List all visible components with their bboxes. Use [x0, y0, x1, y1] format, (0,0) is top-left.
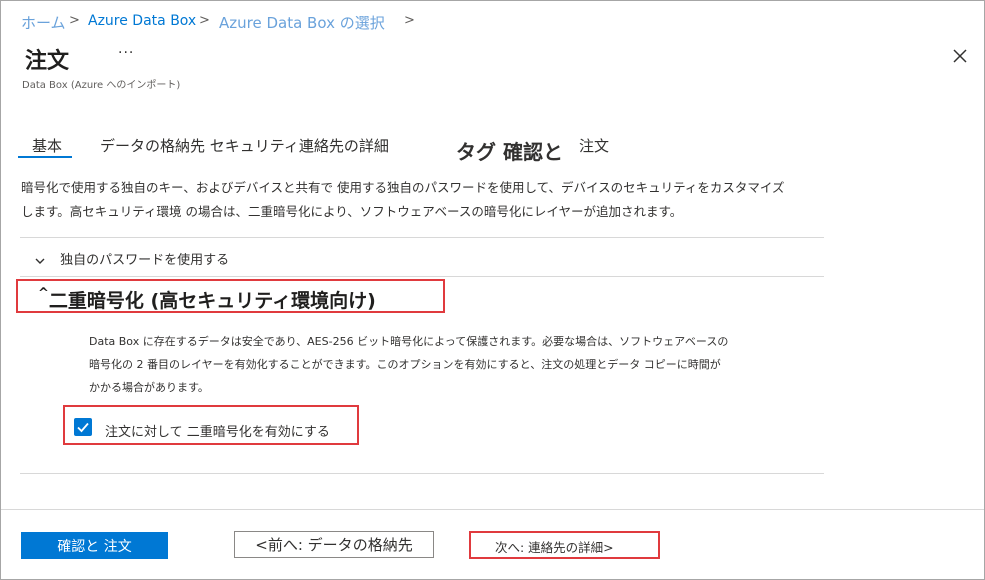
chevron-down-icon [35, 258, 45, 264]
breadcrumb-separator: > [69, 13, 80, 28]
tab-basics[interactable]: 基本 [32, 135, 62, 156]
password-section-toggle[interactable]: 独自のパスワードを使用する [34, 249, 229, 268]
double-encryption-heading-text: 二重暗号化 (高セキュリティ環境向け) [48, 290, 376, 312]
next-button[interactable]: 次へ: 連絡先の詳細> [469, 531, 660, 559]
tab-tags-review[interactable]: タグ 確認と [456, 136, 563, 165]
divider [20, 473, 824, 474]
checkmark-icon [77, 422, 89, 433]
breadcrumb-separator: > [404, 13, 415, 28]
previous-label: <前へ: データの格納先 [255, 536, 413, 554]
blade-frame: ホーム > Azure Data Box > Azure Data Box の選… [0, 0, 985, 580]
chevron-up-icon: ^ [38, 286, 49, 301]
review-and-order-button[interactable]: 確認と 注文 [21, 532, 168, 559]
active-tab-indicator [18, 156, 72, 158]
close-icon[interactable] [951, 47, 969, 65]
more-options-button[interactable]: ··· [118, 45, 134, 61]
next-label: 次へ: 連絡先の詳細> [495, 540, 614, 555]
breadcrumb-home[interactable]: ホーム [21, 12, 66, 33]
password-section-label: 独自のパスワードを使用する [60, 253, 230, 268]
double-encryption-body-line1: Data Box に存在するデータは安全であり、AES-256 ビット暗号化によ… [89, 335, 729, 348]
divider [20, 237, 824, 238]
previous-button[interactable]: <前へ: データの格納先 [234, 531, 434, 558]
tab-destination-security-contact[interactable]: データの格納先 セキュリティ連絡先の詳細 [100, 135, 389, 156]
enable-double-encryption-label[interactable]: 注文に対して 二重暗号化を有効にする [105, 421, 330, 440]
breadcrumb-azure-data-box[interactable]: Azure Data Box [88, 13, 196, 29]
breadcrumb-separator: > [199, 13, 210, 28]
security-description-line1: 暗号化で使用する独自のキー、およびデバイスと共有で 使用する独自のパスワードを使… [21, 180, 785, 195]
footer-divider [1, 509, 984, 510]
divider [20, 276, 824, 277]
enable-double-encryption-checkbox[interactable] [74, 418, 92, 436]
review-and-order-label: 確認と 注文 [57, 538, 132, 555]
double-encryption-heading[interactable]: ^二重暗号化 (高セキュリティ環境向け) [38, 286, 376, 313]
page-title: 注文 [25, 49, 70, 74]
security-description-line2: します。高セキュリティ環境 の場合は、二重暗号化により、ソフトウェアベースの暗号… [21, 204, 683, 219]
tab-order[interactable]: 注文 [579, 135, 609, 156]
page-subtitle: Data Box (Azure へのインポート) [22, 80, 181, 91]
breadcrumb-select-data-box[interactable]: Azure Data Box の選択 [219, 12, 385, 33]
double-encryption-body-line2: 暗号化の 2 番目のレイヤーを有効化することができます。このオプションを有効にす… [89, 358, 721, 371]
double-encryption-body-line3: かかる場合があります。 [89, 381, 209, 394]
